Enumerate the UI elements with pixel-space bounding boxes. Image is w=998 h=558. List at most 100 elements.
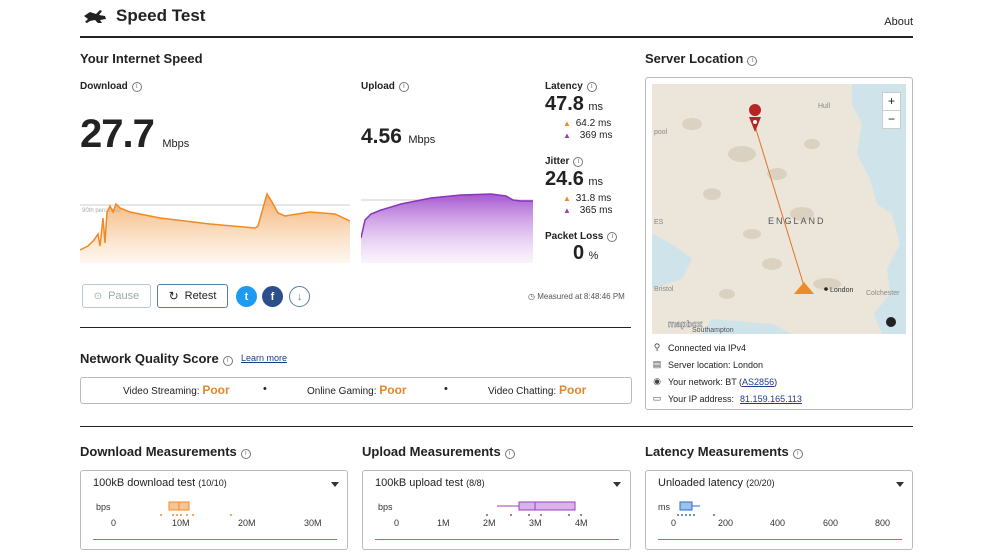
info-icon[interactable]: i: [240, 449, 251, 459]
map-label-colchester: Colchester: [866, 290, 900, 297]
server-section-title: Server Location i: [645, 51, 758, 66]
clock-icon: ◷: [528, 292, 535, 301]
measured-at: ◷ Measured at 8:48:46 PM: [528, 292, 625, 301]
app-title: Speed Test: [116, 6, 206, 25]
tick-label: 20M: [238, 518, 256, 528]
jitter-up: ▲ 365 ms: [563, 205, 613, 216]
upload-person-icon: ▲: [563, 206, 571, 215]
download-boxplot: [160, 501, 232, 516]
refresh-icon: ↻: [168, 289, 179, 303]
zoom-out-button[interactable]: −: [882, 110, 901, 129]
axis-unit: ms: [658, 502, 670, 512]
ip-row: ▭ Your IP address: 81.159.165.113: [652, 393, 802, 404]
network-row: ◉ Your network: BT (AS2856): [653, 376, 778, 387]
info-icon[interactable]: i: [131, 82, 142, 92]
upload-test-select[interactable]: 100kB upload test (8/8): [375, 477, 621, 489]
jitter-value: 24.6 ms: [545, 168, 604, 190]
latency-boxplot: [677, 501, 715, 516]
upload-boxplot: [486, 501, 582, 516]
speed-divider: [80, 327, 631, 328]
map-label-hull: Hull: [818, 103, 831, 110]
download-person-icon: ▲: [563, 119, 571, 128]
nqs-video-chatting: Video Chatting: Poor: [488, 383, 587, 397]
map-label-pool: pool: [654, 129, 668, 136]
latency-measurements-title: Latency Measurements i: [645, 444, 803, 459]
measurements-divider: [80, 426, 913, 427]
server-card: ENGLAND London Hull Bristol Southampton …: [645, 77, 913, 410]
download-person-icon: ▲: [563, 194, 571, 203]
download-chart: 90th percentile: [80, 192, 350, 263]
id-card-icon: ▭: [652, 393, 662, 403]
upload-measurements-title: Upload Measurements i: [362, 444, 515, 459]
info-icon[interactable]: i: [747, 56, 758, 66]
chevron-down-icon: [896, 482, 904, 487]
map-info-icon: [886, 317, 896, 327]
pause-button[interactable]: ⊙ Pause: [82, 284, 151, 308]
download-value: 27.7 Mbps: [80, 112, 190, 156]
jitter-down: ▲ 31.8 ms: [563, 193, 612, 204]
info-icon[interactable]: i: [607, 232, 618, 242]
zoom-in-button[interactable]: +: [882, 92, 901, 111]
upload-value: 4.56 Mbps: [361, 125, 436, 148]
map-label-london: London: [830, 287, 853, 294]
chevron-down-icon: [331, 482, 339, 487]
download-measurements-title: Download Measurements i: [80, 444, 251, 459]
tick-label: 0: [671, 518, 677, 528]
map-label-england: ENGLAND: [768, 216, 826, 226]
facebook-share-button[interactable]: f: [262, 286, 283, 307]
latency-test-select[interactable]: Unloaded latency (20/20): [658, 477, 904, 489]
info-icon[interactable]: i: [573, 157, 584, 167]
server-map[interactable]: ENGLAND London Hull Bristol Southampton …: [652, 84, 906, 334]
learn-more-link[interactable]: Learn more: [241, 353, 287, 363]
map-label-bristol: Bristol: [654, 286, 674, 293]
asn-link[interactable]: AS2856: [742, 377, 774, 387]
jitter-label: Jitter i: [545, 156, 584, 167]
upload-chart: [361, 193, 533, 263]
latency-label: Latency i: [545, 81, 597, 92]
ip-link[interactable]: 81.159.165.113: [740, 394, 802, 404]
download-test-select[interactable]: 100kB download test (10/10): [93, 477, 339, 489]
connected-row: ⚲ Connected via IPv4: [653, 342, 747, 353]
server-location-row: ▤ Server location: London: [652, 359, 764, 370]
retest-button[interactable]: ↻ Retest: [157, 284, 228, 308]
tick-label: 2M: [483, 518, 496, 528]
tick-label: 800: [875, 518, 891, 528]
tick-label: 4M: [575, 518, 588, 528]
nqs-separator: •: [263, 383, 267, 395]
download-measurements-card: 100kB download test (10/10) bps 0 10M 20…: [80, 470, 348, 550]
tick-label: 0: [394, 518, 400, 528]
download-results-button[interactable]: ↓: [289, 286, 310, 307]
latency-value: 47.8 ms: [545, 93, 604, 115]
tick-label: 1M: [437, 518, 450, 528]
download-label: Download i: [80, 81, 142, 92]
latency-up: ▲ 369 ms: [563, 130, 613, 141]
about-link[interactable]: About: [884, 16, 913, 28]
pause-icon: ⊙: [93, 290, 103, 302]
axis-line: [93, 539, 337, 540]
info-icon[interactable]: i: [398, 82, 409, 92]
axis-line: [658, 539, 902, 540]
tick-label: 400: [770, 518, 786, 528]
chevron-down-icon: [613, 482, 621, 487]
info-icon[interactable]: i: [504, 449, 515, 459]
tick-label: 0: [111, 518, 117, 528]
nqs-title: Network Quality Score i: [80, 351, 233, 366]
tick-label: 10M: [172, 518, 190, 528]
tick-label: 30M: [304, 518, 322, 528]
speed-section-title: Your Internet Speed: [80, 51, 203, 66]
location-icon: ◉: [653, 376, 661, 386]
info-icon[interactable]: i: [586, 82, 597, 92]
map-label-es: ES: [654, 219, 664, 226]
latency-measurements-card: Unloaded latency (20/20) ms 0 200 400 60…: [645, 470, 913, 550]
upload-label: Upload i: [361, 81, 409, 92]
tick-label: 200: [718, 518, 734, 528]
twitter-share-button[interactable]: t: [236, 286, 257, 307]
network-icon: ⚲: [653, 342, 661, 352]
packet-loss-label: Packet Loss i: [545, 231, 618, 242]
info-icon[interactable]: i: [792, 449, 803, 459]
rabbit-logo-icon: [84, 10, 106, 23]
info-icon[interactable]: i: [222, 356, 233, 366]
axis-line: [375, 539, 619, 540]
tick-label: 3M: [529, 518, 542, 528]
nqs-separator: •: [444, 383, 448, 395]
